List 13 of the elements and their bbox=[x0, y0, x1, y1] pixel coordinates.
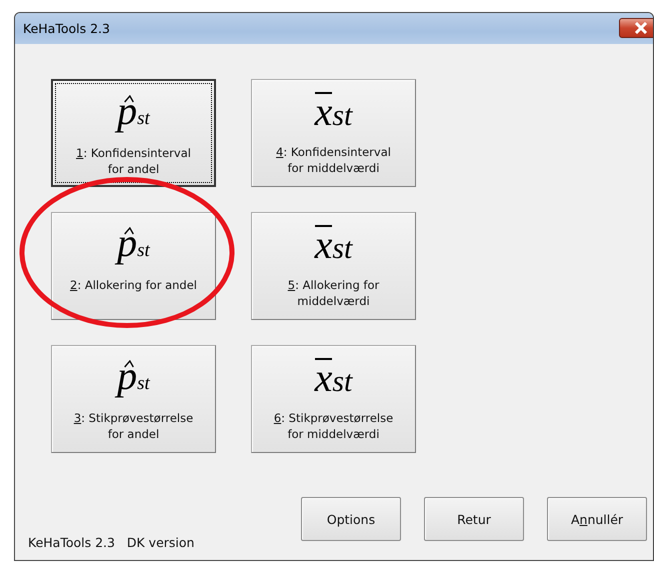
tool-button[interactable]: pst 2: Allokering for andel bbox=[51, 212, 216, 320]
tool-button[interactable]: pst 3: Stikprøvestørrelse for andel bbox=[51, 345, 216, 453]
window-title: KeHaTools 2.3 bbox=[23, 21, 110, 36]
close-icon bbox=[634, 22, 648, 34]
close-button[interactable] bbox=[619, 18, 653, 38]
dialog-button[interactable]: Retur bbox=[424, 497, 524, 541]
version-text: KeHaTools 2.3 DK version bbox=[27, 535, 194, 552]
dialog-button[interactable]: Options bbox=[301, 497, 401, 541]
dialog-button[interactable]: Annullér bbox=[547, 497, 647, 541]
tool-button[interactable]: pst 1: Konfidensinterval for andel bbox=[51, 79, 216, 187]
tool-button[interactable]: xst 5: Allokering for middelværdi bbox=[251, 212, 416, 320]
tool-button[interactable]: xst 4: Konfidensinterval for middelværdi bbox=[251, 79, 416, 187]
tool-button[interactable]: xst 6: Stikprøvestørrelse for middelværdi bbox=[251, 345, 416, 453]
